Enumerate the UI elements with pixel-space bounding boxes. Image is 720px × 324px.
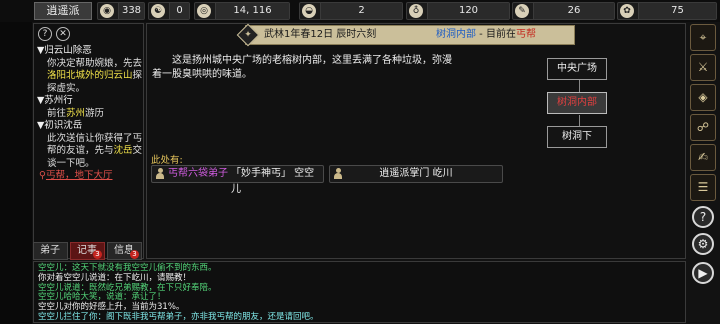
yin-yang-stat[interactable]: ☯ 0 [148,2,190,20]
status-button[interactable]: ☰ [690,174,716,201]
quest-location-link[interactable]: 丐帮，地下大厅 [46,170,113,181]
npc-kongkonger[interactable]: 丐帮六袋弟子 「妙手神丐」 空空儿 [151,165,324,195]
beast-stat[interactable]: ✿ 75 [617,2,717,20]
coin-stat[interactable]: ◉ 338 [97,2,145,20]
help-icon[interactable]: ? [38,27,52,41]
close-icon[interactable]: ✕ [56,27,70,41]
scene-panel: ✦ 武林1年春12日 辰时六刻 树洞内部 - 目前在丐帮 这是扬州城中央广场的老… [146,23,686,259]
quest-title: ▼归云山除恶 [37,45,92,56]
quest-panel: ? ✕ ▼归云山除恶 你决定帮助婉娘，先去洛阳北城外的归云山探探虚实。 ▼苏州行… [33,23,144,259]
quest-item[interactable]: ▼苏州行 前往苏州游历 [37,95,143,120]
game-time: 武林1年春12日 辰时六刻 [264,29,377,40]
quest-list: ▼归云山除恶 你决定帮助婉娘，先去洛阳北城外的归云山探探虚实。 ▼苏州行 前往苏… [37,45,143,183]
quest-item[interactable]: ▼归云山除恶 你决定帮助婉娘，先去洛阳北城外的归云山探探虚实。 [37,45,143,95]
quest-item[interactable]: ▼初识沈岳 此次送信让你获得了丐帮的友谊，先与沈岳交谈一下吧。 [37,120,143,170]
here-label: 此处有: [151,155,183,166]
bowl-value: 2 [320,3,402,19]
gourd-stat[interactable]: ♁ 120 [406,2,510,20]
npc-name: 逍遥派掌门 屹川 [379,168,453,179]
gourd-icon: ♁ [409,4,423,18]
map-node-south[interactable]: 树洞下 [547,126,607,148]
map-button[interactable]: ⌖ [690,24,716,51]
brush-icon: ✎ [515,4,529,18]
brush-stat[interactable]: ✎ 26 [512,2,615,20]
relations-button[interactable]: ☍ [690,114,716,141]
ring-stat[interactable]: ◎ 14, 116 [194,2,290,20]
coin-icon: ◉ [100,4,114,18]
map-connector [579,80,580,92]
ring-value: 14, 116 [215,3,289,19]
bag-button[interactable]: ◈ [690,84,716,111]
map-node-current[interactable]: 树洞内部 [547,92,607,114]
settings-button[interactable]: ⚙ [692,233,714,255]
person-icon [156,168,164,179]
yin-yang-icon: ☯ [151,4,165,18]
bowl-icon: ◒ [302,4,316,18]
scene-description: 这是扬州城中央广场的老榕树内部，这里丢满了各种垃圾，弥漫着一股臭哄哄的味道。 [152,55,452,80]
learn-icon: ✍ [697,150,709,164]
current-location: 树洞内部 - 目前在丐帮 [436,29,536,40]
npc-title: 丐帮六袋弟子 [168,168,228,179]
coin-value: 338 [118,3,144,19]
left-tabs: 弟子 记事 3 信息 3 [33,242,144,260]
quest-desc: 前往苏州游历 [47,107,105,119]
brush-value: 26 [533,3,614,19]
status-icon: ☰ [697,180,709,194]
relations-icon: ☍ [696,120,710,134]
location-pin-icon: ⚲ [39,170,46,181]
skill-icon: ⚔ [697,60,709,74]
journal-badge: 3 [93,250,102,259]
npc-name: 「妙手神丐」 空空儿 [231,168,315,195]
message-log[interactable]: 空空儿：这天下就没有我空空儿偷不到的东西。 你对着空空儿说道：在下屹川，请赐教！… [33,261,686,323]
quest-location[interactable]: ⚲丐帮，地下大厅 [37,170,143,183]
quest-title: ▼苏州行 [37,95,73,106]
resource-bar: 逍遥派 ◉ 338 ☯ 0 ◎ 14, 116 ◒ 2 ♁ 120 ✎ 26 ✿… [0,0,720,22]
npc-yichuan[interactable]: 逍遥派掌门 屹川 [329,165,503,183]
beast-icon: ✿ [620,4,634,18]
play-button[interactable]: ▶ [692,262,714,284]
beast-value: 75 [638,3,716,19]
gear-icon: ⚙ [697,237,709,251]
time-location-bar: ✦ 武林1年春12日 辰时六刻 树洞内部 - 目前在丐帮 [236,23,575,47]
sect-name-button[interactable]: 逍遥派 [34,2,92,20]
tab-journal[interactable]: 记事 3 [70,242,105,260]
gourd-value: 120 [427,3,509,19]
play-icon: ▶ [698,266,708,280]
ring-icon: ◎ [197,4,211,18]
compass-icon[interactable]: ✦ [236,23,260,47]
bag-icon: ◈ [698,90,708,104]
tab-disciples[interactable]: 弟子 [33,242,68,260]
help-icon: ? [699,210,707,224]
map-node-north[interactable]: 中央广场 [547,58,607,80]
yin-yang-value: 0 [169,3,189,19]
learn-button[interactable]: ✍ [690,144,716,171]
bowl-stat[interactable]: ◒ 2 [299,2,403,20]
help-button[interactable]: ? [692,206,714,228]
tab-messages[interactable]: 信息 3 [107,242,142,260]
messages-badge: 3 [130,250,139,259]
map-icon: ⌖ [699,30,707,44]
left-margin [0,22,32,324]
log-line: 空空儿拦住了你：阁下既非我丐帮弟子，亦非我丐帮的朋友，还是请回吧。 [38,311,319,322]
quest-title: ▼初识沈岳 [37,120,83,131]
skill-button[interactable]: ⚔ [690,54,716,81]
quest-desc: 你决定帮助婉娘，先去洛阳北城外的归云山探探虚实。 [47,57,143,94]
quest-desc: 此次送信让你获得了丐帮的友谊，先与沈岳交谈一下吧。 [47,132,143,169]
